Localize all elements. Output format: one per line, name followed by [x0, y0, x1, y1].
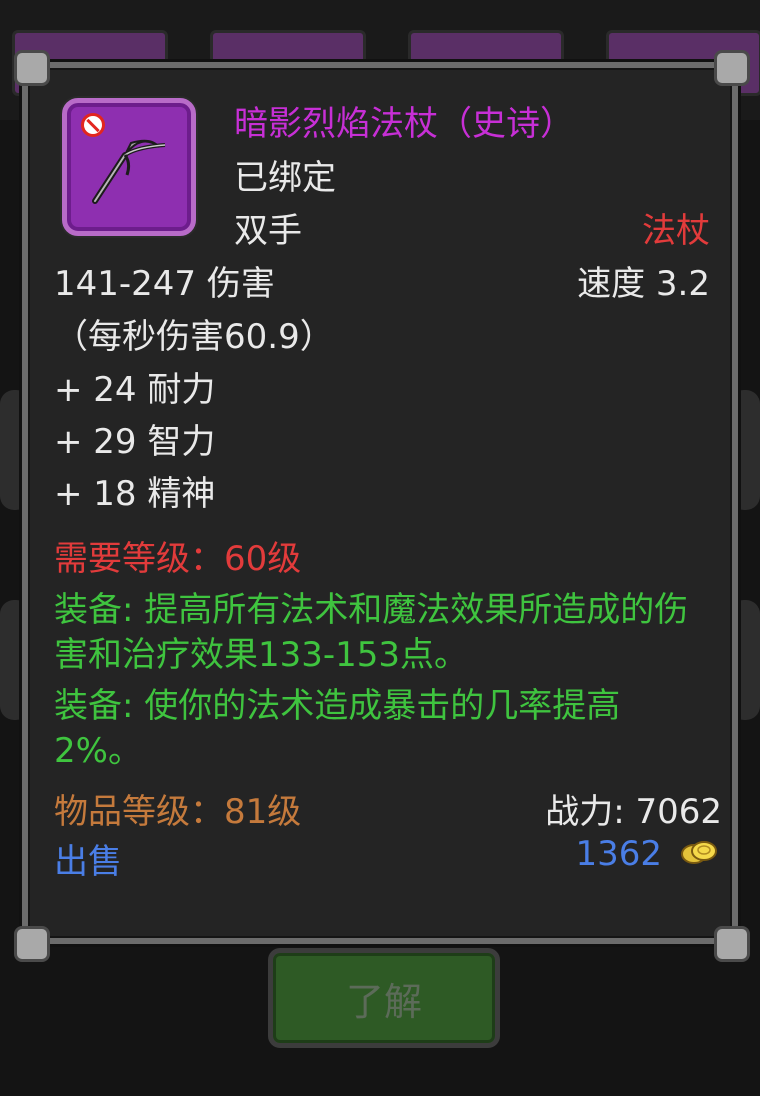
- staff-icon: [92, 139, 166, 204]
- attack-speed: 速度 3.2: [577, 264, 710, 304]
- item-name: 暗影烈焰法杖（史诗）: [234, 104, 574, 144]
- sell-price: 1362: [575, 834, 662, 874]
- combat-power: 战力: 7062: [545, 792, 722, 832]
- damage-range: 141-247 伤害: [54, 264, 275, 304]
- item-level: 物品等级：81级: [54, 792, 302, 832]
- panel-corner: [14, 926, 50, 962]
- panel-corner: [714, 926, 750, 962]
- weapon-type: 法杖: [642, 211, 710, 251]
- equip-effect: 装备: 提高所有法术和魔法效果所造成的伤害和治疗效果133-153点。: [54, 590, 689, 675]
- hand-type: 双手: [234, 211, 302, 251]
- level-requirement: 需要等级：60级: [54, 539, 302, 579]
- damage-per-second: （每秒伤害60.9）: [54, 317, 334, 357]
- stat-intellect: + 29 智力: [54, 422, 216, 462]
- stat-spirit: + 18 精神: [54, 474, 216, 514]
- binding-status: 已绑定: [234, 158, 336, 198]
- equip-effect: 装备: 使你的法术造成暴击的几率提高2%。: [54, 686, 621, 771]
- item-icon-frame: [62, 98, 196, 236]
- sell-button[interactable]: 出售: [54, 834, 122, 883]
- stat-stamina: + 24 耐力: [54, 370, 216, 410]
- panel-corner: [714, 50, 750, 86]
- learn-button-label: 了解: [345, 980, 422, 1024]
- panel-corner: [14, 50, 50, 86]
- gold-coin-icon: [681, 841, 717, 864]
- learn-button[interactable]: 了解: [268, 948, 500, 1048]
